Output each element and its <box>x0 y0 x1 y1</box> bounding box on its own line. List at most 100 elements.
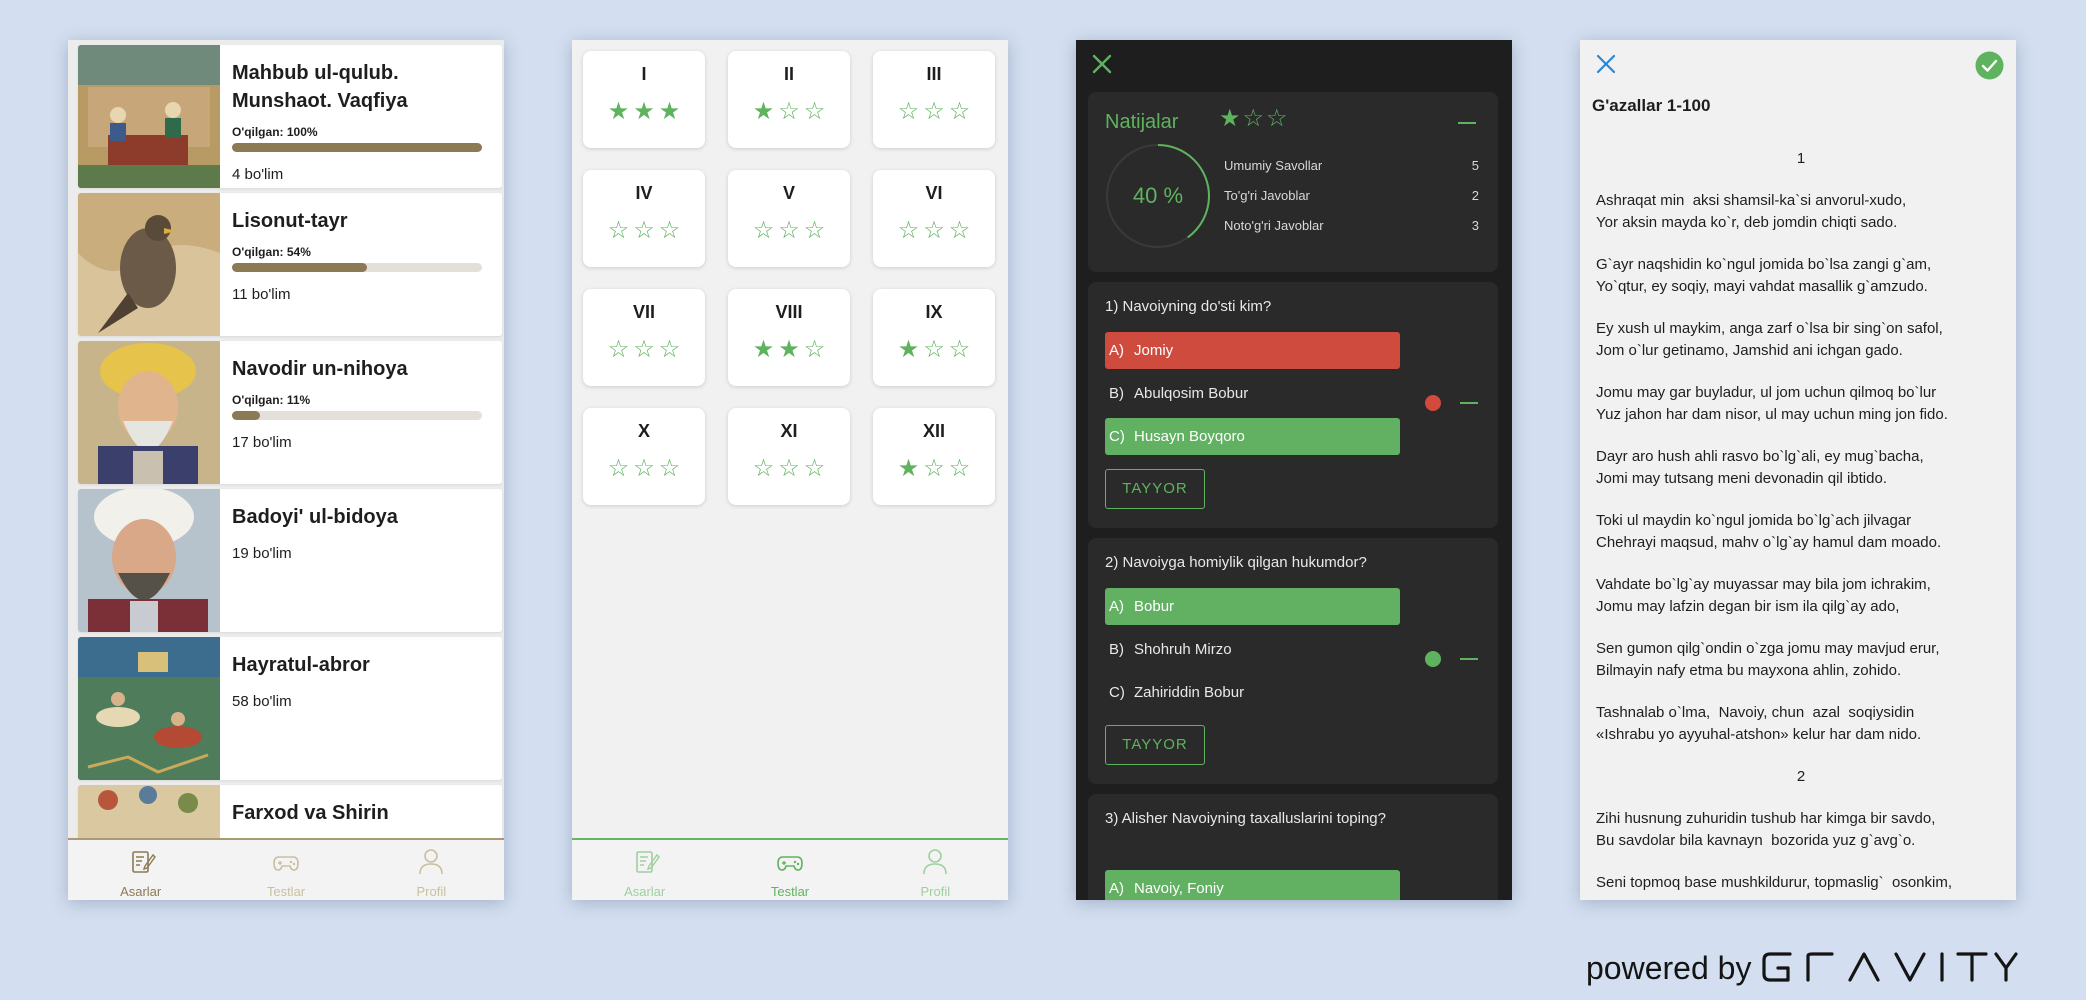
star-empty-icon: ☆ <box>948 455 971 482</box>
poem-stanza: Ey xush ul maykim, anga zarf o`lsa bir s… <box>1596 320 1943 359</box>
level-number: IX <box>925 302 943 322</box>
phone-screen-books: Mahbub ul-qulub. Munshaot. Vaqfiya O'qilg… <box>68 40 504 900</box>
book-sections-count: 4 bo'lim <box>232 166 284 183</box>
level-card[interactable]: IX ★ ☆ ☆ <box>873 289 995 386</box>
book-thumbnail <box>78 489 220 632</box>
stat-total: Umumiy Savollar 5 <box>1224 158 1479 173</box>
phone-screen-test-results: Natijalar ★ ☆ ☆ 40 % Umumiy Savollar 5 To'… <box>1076 40 1512 900</box>
star-empty-icon: ☆ <box>923 336 945 363</box>
collapse-icon[interactable] <box>1460 658 1478 660</box>
tab-profil[interactable]: Profil <box>359 840 504 900</box>
option-text: Abulqosim Bobur <box>1134 385 1249 402</box>
submit-button[interactable]: TAYYOR <box>1105 469 1205 509</box>
tab-profil[interactable]: Profil <box>863 840 1008 900</box>
phone-screen-reader: G'azallar 1-100 1 Ashraqat min aksi shams… <box>1580 40 2016 900</box>
level-card[interactable]: VI ☆ ☆ ☆ <box>873 170 995 267</box>
poem-number: 1 <box>1796 150 1806 167</box>
level-card[interactable]: I ★ ★ ★ <box>583 51 705 148</box>
collapse-icon[interactable] <box>1460 402 1478 404</box>
level-card[interactable]: XII ★ ☆ ☆ <box>873 408 995 505</box>
answer-status-dot <box>1425 395 1441 411</box>
star-empty-icon: ☆ <box>923 217 945 244</box>
option-letter: B) <box>1109 385 1124 402</box>
tab-asarlar[interactable]: Asarlar <box>68 840 213 900</box>
collapse-icon[interactable] <box>1458 122 1476 124</box>
level-number: X <box>637 421 650 441</box>
star-filled-icon: ★ <box>1219 105 1241 132</box>
answer-option[interactable]: A) Jomiy <box>1105 332 1400 369</box>
bottom-tab-bar: Asarlar Testlar Profil <box>68 838 504 900</box>
question-text: 1) Navoiyning do'sti kim? <box>1105 298 1272 315</box>
book-card[interactable]: Hayratul-abror 58 bo'lim <box>78 637 502 780</box>
level-number: V <box>782 183 795 203</box>
poem-stanza: Sen gumon qilg`ondin o`zga jomu may mavj… <box>1596 640 1940 679</box>
level-stars: ☆ ☆ ☆ <box>873 100 995 124</box>
book-card[interactable]: Navodir un-nihoya O'qilgan: 11% 17 bo'lim <box>78 341 502 484</box>
tab-label: Asarlar <box>120 884 162 899</box>
reader-title: G'azallar 1-100 <box>1592 96 1711 115</box>
star-empty-icon: ☆ <box>803 217 826 244</box>
star-empty-icon: ☆ <box>607 455 630 482</box>
star-empty-icon: ☆ <box>948 98 971 125</box>
level-card[interactable]: II ★ ☆ ☆ <box>728 51 850 148</box>
level-number: VII <box>632 302 655 322</box>
progress-bar <box>232 143 482 152</box>
close-icon[interactable] <box>1090 52 1114 76</box>
close-icon[interactable] <box>1595 53 1617 75</box>
stat-value: 3 <box>1471 218 1479 233</box>
submit-button[interactable]: TAYYOR <box>1105 725 1205 765</box>
answer-option[interactable]: A) Navoiy, Foniy <box>1105 870 1400 900</box>
check-circle-icon[interactable] <box>1975 51 2004 80</box>
answer-option[interactable]: B) Shohruh Mirzo <box>1105 631 1400 668</box>
star-filled-icon: ★ <box>633 98 655 125</box>
level-card[interactable]: XI ☆ ☆ ☆ <box>728 408 850 505</box>
level-card[interactable]: V ☆ ☆ ☆ <box>728 170 850 267</box>
answer-option[interactable]: C) Husayn Boyqoro <box>1105 418 1400 455</box>
answer-option[interactable]: C) Zahiriddin Bobur <box>1105 674 1400 711</box>
book-title: Badoyi' ul-bidoya <box>232 506 398 528</box>
level-stars: ☆ ☆ ☆ <box>728 219 850 243</box>
question-card: 3) Alisher Navoiyning taxalluslarini top… <box>1088 794 1498 900</box>
star-empty-icon: ☆ <box>897 98 920 125</box>
level-card[interactable]: VII ☆ ☆ ☆ <box>583 289 705 386</box>
book-info: Badoyi' ul-bidoya 19 bo'lim <box>220 489 502 632</box>
progress-bar-fill <box>232 263 367 272</box>
answer-option[interactable]: A) Bobur <box>1105 588 1400 625</box>
book-list: Mahbub ul-qulub. Munshaot. Vaqfiya O'qilg… <box>78 45 502 900</box>
level-number: II <box>783 64 794 84</box>
book-title: Farxod va Shirin <box>232 802 389 824</box>
tab-testlar[interactable]: Testlar <box>717 840 862 900</box>
answer-option[interactable]: B) Abulqosim Bobur <box>1105 375 1400 412</box>
book-sections-count: 58 bo'lim <box>232 693 292 710</box>
level-card[interactable]: X ☆ ☆ ☆ <box>583 408 705 505</box>
level-card[interactable]: III ☆ ☆ ☆ <box>873 51 995 148</box>
progress-label: O'qilgan: 100% <box>232 125 318 139</box>
question-card: 2) Navoiyga homiylik qilgan hukumdor? A)… <box>1088 538 1498 784</box>
book-card[interactable]: Mahbub ul-qulub. Munshaot. Vaqfiya O'qilg… <box>78 45 502 188</box>
level-card[interactable]: VIII ★ ★ ☆ <box>728 289 850 386</box>
tab-label: Testlar <box>770 884 810 899</box>
star-filled-icon: ★ <box>752 98 775 125</box>
level-number: IV <box>635 183 653 203</box>
progress-label: O'qilgan: 54% <box>232 245 311 259</box>
question-text: 2) Navoiyga homiylik qilgan hukumdor? <box>1105 554 1367 571</box>
book-title: Lisonut-tayr <box>232 210 348 232</box>
level-number: XI <box>780 421 798 441</box>
gamepad-icon <box>271 847 301 880</box>
level-stars: ★ ☆ ☆ <box>873 457 995 481</box>
book-title: Hayratul-abror <box>232 654 370 676</box>
star-empty-icon: ☆ <box>803 336 826 363</box>
level-stars: ★ ★ ★ <box>583 100 705 124</box>
book-card[interactable]: Lisonut-tayr O'qilgan: 54% 11 bo'lim <box>78 193 502 336</box>
poem-text: 1 Ashraqat min aksi shamsil-ka`si anvorul… <box>1596 148 2006 900</box>
level-stars: ☆ ☆ ☆ <box>583 457 705 481</box>
option-letter: A) <box>1109 880 1124 897</box>
level-card[interactable]: IV ☆ ☆ ☆ <box>583 170 705 267</box>
star-empty-icon: ☆ <box>948 336 971 363</box>
star-empty-icon: ☆ <box>658 455 681 482</box>
tab-asarlar[interactable]: Asarlar <box>572 840 717 900</box>
book-card[interactable]: Badoyi' ul-bidoya 19 bo'lim <box>78 489 502 632</box>
level-stars: ★ ☆ ☆ <box>873 338 995 362</box>
level-grid: I ★ ★ ★ II ★ ☆ ☆ III ☆ ☆ ☆ IV ☆ ☆ ☆ V ☆ ☆ ☆ VI ☆ ☆ ☆ VII ☆ ☆ ☆ VIII ★… <box>583 51 997 505</box>
tab-testlar[interactable]: Testlar <box>213 840 358 900</box>
